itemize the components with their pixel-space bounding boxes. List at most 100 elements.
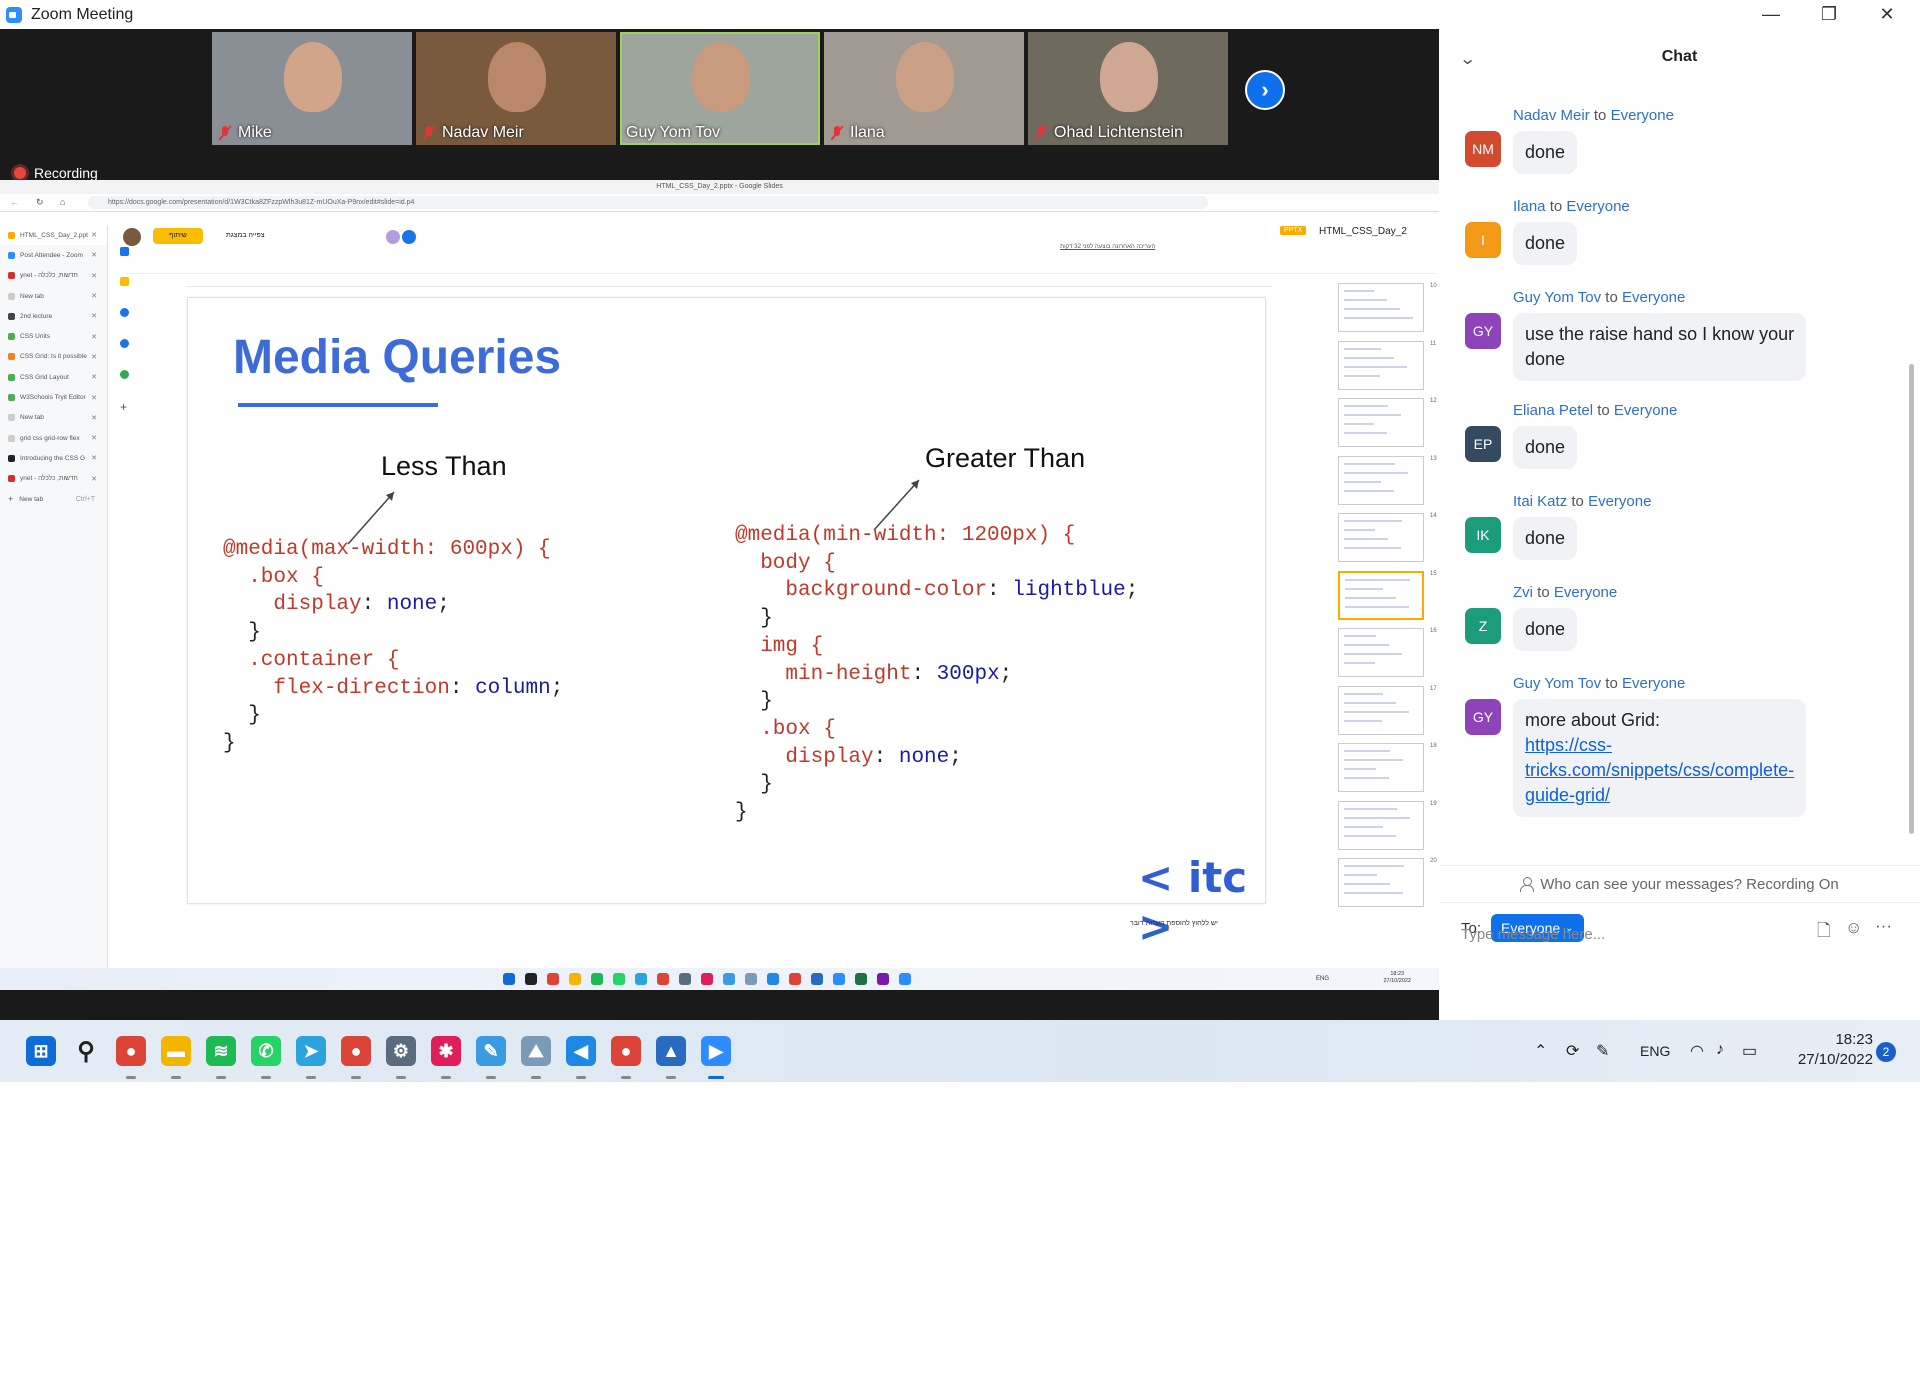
close-tab-icon[interactable]: ✕ <box>91 353 97 361</box>
reload-icon[interactable]: ↻ <box>36 197 44 208</box>
file-explorer-icon[interactable]: ▬ <box>161 1036 191 1066</box>
sender-name[interactable]: Zvi <box>1513 584 1533 601</box>
close-tab-icon[interactable]: ✕ <box>91 251 97 259</box>
slide-thumbnail[interactable] <box>1338 685 1424 735</box>
close-tab-icon[interactable]: ✕ <box>91 292 97 300</box>
language-indicator[interactable]: ENG <box>1640 1043 1670 1059</box>
sender-name[interactable]: Itai Katz <box>1513 493 1567 510</box>
browser-tab[interactable]: Post Attendee - Zoom ✕ <box>0 245 107 265</box>
chevron-up-icon[interactable]: ⌃ <box>1534 1041 1547 1061</box>
slide-thumbnail[interactable] <box>1338 340 1424 390</box>
message-link[interactable]: https://css- <box>1525 733 1794 758</box>
home-icon[interactable]: ⌂ <box>60 197 65 207</box>
calendar-icon[interactable] <box>120 247 129 256</box>
browser-tab[interactable]: HTML_CSS_Day_2.ppt ✕ <box>0 225 107 246</box>
taskbar-clock[interactable]: 18:23 27/10/2022 <box>1783 1030 1873 1070</box>
share-button[interactable]: שיתוף <box>153 228 203 244</box>
browser-tab[interactable]: New tab ✕ <box>0 408 107 428</box>
slide-thumbnail[interactable] <box>1338 398 1424 447</box>
back-icon[interactable]: ← <box>10 197 19 207</box>
sender-name[interactable]: Nadav Meir <box>1513 107 1590 124</box>
windows-start-icon[interactable]: ⊞ <box>26 1036 56 1066</box>
browser-tab[interactable]: New tab ✕ <box>0 286 107 306</box>
chrome-icon[interactable]: ● <box>116 1036 146 1066</box>
message-link[interactable]: guide-grid/ <box>1525 783 1794 808</box>
browser-tab[interactable]: 2nd lecture ✕ <box>0 306 107 326</box>
chrome-profile-icon[interactable]: ● <box>341 1036 371 1066</box>
volume-icon[interactable]: ♪ <box>1716 1041 1724 1059</box>
slide-thumbnail[interactable] <box>1338 513 1424 562</box>
participant-tile[interactable]: Guy Yom Tov <box>620 32 820 145</box>
close-button[interactable]: ✕ <box>1858 0 1916 29</box>
close-tab-icon[interactable]: ✕ <box>91 272 97 280</box>
recipient-name[interactable]: Everyone <box>1622 289 1685 306</box>
battery-icon[interactable]: ▭ <box>1742 1041 1757 1061</box>
slide-thumbnail[interactable] <box>1338 858 1424 907</box>
sync-icon[interactable]: ⟳ <box>1566 1041 1579 1061</box>
browser-tab[interactable]: ynet - חדשות, כלכלה ✕ <box>0 266 107 286</box>
doc-title[interactable]: HTML_CSS_Day_2 <box>1319 226 1407 237</box>
close-tab-icon[interactable]: ✕ <box>91 414 97 422</box>
speaker-notes[interactable]: יש ללחוץ להוספת הערות דובר <box>1130 920 1218 927</box>
collaborator-avatar[interactable] <box>386 230 400 244</box>
contacts-icon[interactable] <box>120 339 129 348</box>
vscode-icon[interactable]: ◀ <box>566 1036 596 1066</box>
next-page-icon[interactable]: › <box>1245 70 1285 110</box>
close-tab-icon[interactable]: ✕ <box>91 373 97 381</box>
participant-tile[interactable]: Ohad Lichtenstein <box>1028 32 1228 145</box>
close-tab-icon[interactable]: ✕ <box>91 394 97 402</box>
sender-name[interactable]: Ilana <box>1513 198 1546 215</box>
participant-tile[interactable]: Mike <box>212 32 412 145</box>
slide-thumbnail[interactable] <box>1338 570 1424 620</box>
slide-thumbnail[interactable] <box>1338 455 1424 505</box>
browser-tab[interactable]: grid css grid-row flex ✕ <box>0 428 107 448</box>
close-tab-icon[interactable]: ✕ <box>91 312 97 320</box>
close-tab-icon[interactable]: ✕ <box>91 333 97 341</box>
spotify-icon[interactable]: ≋ <box>206 1036 236 1066</box>
browser-tab[interactable]: Introducing the CSS G ✕ <box>0 448 107 468</box>
maps-icon[interactable] <box>120 370 129 379</box>
close-tab-icon[interactable]: ✕ <box>91 231 97 239</box>
browser-tab[interactable]: W3Schools Tryit Editor ✕ <box>0 387 107 407</box>
search-icon[interactable]: ⚲ <box>71 1036 101 1066</box>
pen-icon[interactable]: ✎ <box>1596 1041 1609 1061</box>
participant-tile[interactable]: Ilana <box>824 32 1024 145</box>
message-link[interactable]: tricks.com/snippets/css/complete- <box>1525 758 1794 783</box>
close-tab-icon[interactable]: ✕ <box>91 454 97 462</box>
recording-indicator[interactable]: Recording <box>14 165 98 181</box>
browser-tab[interactable]: CSS Grid Layout ✕ <box>0 367 107 387</box>
new-tab-button[interactable]: + New tab Ctrl+T <box>0 489 107 509</box>
message-input[interactable] <box>1461 922 1891 946</box>
slide-thumbnail[interactable] <box>1338 283 1424 332</box>
telegram-icon[interactable]: ➤ <box>296 1036 326 1066</box>
photos-icon[interactable]: ▲ <box>656 1036 686 1066</box>
slide-canvas[interactable]: Media Queries Less Than Greater Than @me… <box>187 297 1266 951</box>
chrome-alt-icon[interactable]: ● <box>611 1036 641 1066</box>
close-tab-icon[interactable]: ✕ <box>91 434 97 442</box>
recipient-name[interactable]: Everyone <box>1614 402 1677 419</box>
slack-icon[interactable]: ✱ <box>431 1036 461 1066</box>
notification-badge[interactable]: 2 <box>1876 1042 1896 1062</box>
participant-tile[interactable]: Nadav Meir <box>416 32 616 145</box>
collaborator-avatar[interactable] <box>402 230 416 244</box>
present-button[interactable]: צפייה במצגת <box>226 232 265 239</box>
browser-tab[interactable]: CSS Units ✕ <box>0 326 107 346</box>
slide-thumbnail[interactable] <box>1338 743 1424 792</box>
keep-icon[interactable] <box>120 277 129 286</box>
slide-thumbnail[interactable] <box>1338 800 1424 850</box>
recipient-name[interactable]: Everyone <box>1554 584 1617 601</box>
recipient-name[interactable]: Everyone <box>1566 198 1629 215</box>
recipient-name[interactable]: Everyone <box>1622 675 1685 692</box>
paint-icon[interactable]: ✎ <box>476 1036 506 1066</box>
browser-tab[interactable]: CSS Grid: Is it possible ✕ <box>0 347 107 367</box>
sender-name[interactable]: Guy Yom Tov <box>1513 675 1601 692</box>
whatsapp-icon[interactable]: ✆ <box>251 1036 281 1066</box>
browser-tab[interactable]: ynet - חדשות, כלכלה ✕ <box>0 469 107 489</box>
close-tab-icon[interactable]: ✕ <box>91 475 97 483</box>
tasks-icon[interactable] <box>120 308 129 317</box>
wifi-icon[interactable]: ◠ <box>1690 1041 1704 1061</box>
sender-name[interactable]: Eliana Petel <box>1513 402 1593 419</box>
monitor-icon[interactable]: ⛰ <box>521 1036 551 1066</box>
zoom-icon[interactable]: ▶ <box>701 1036 731 1066</box>
add-app-icon[interactable]: + <box>120 400 127 414</box>
